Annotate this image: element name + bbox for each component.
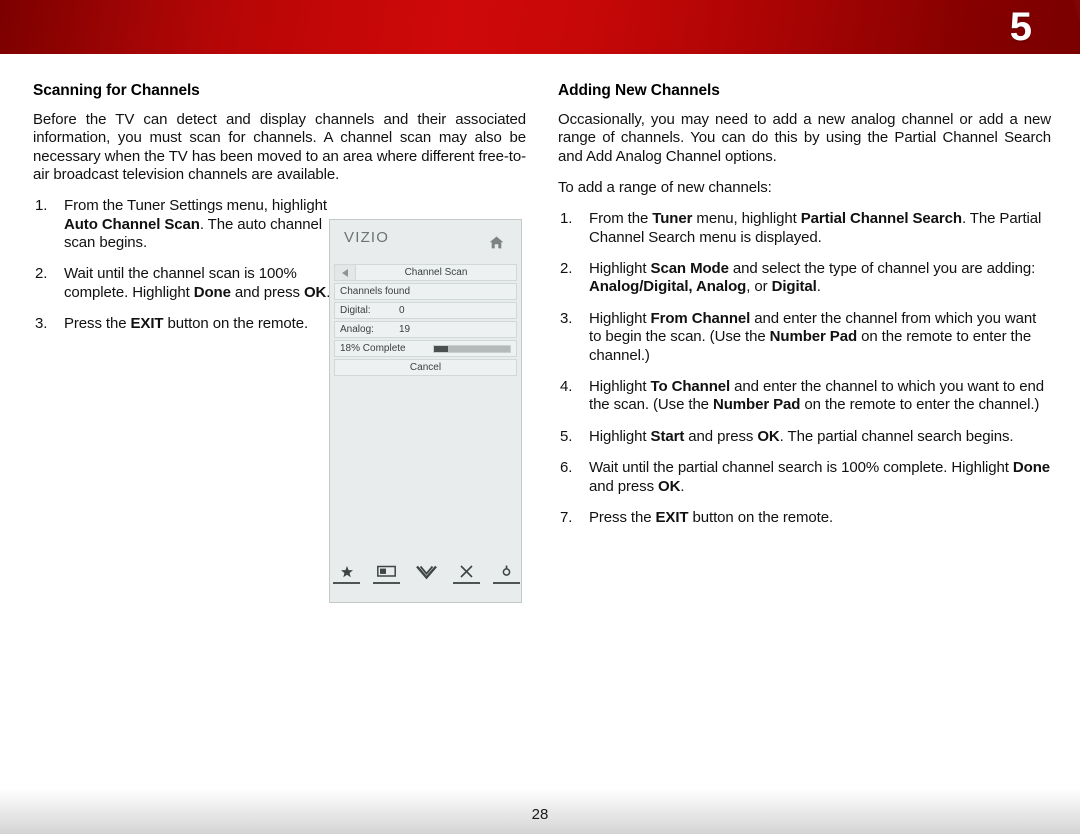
list-item-text: Highlight From Channel and enter the cha… — [589, 309, 1037, 364]
list-item-text: Highlight Start and press OK. The partia… — [589, 427, 1014, 445]
tv-screen-mockup: VIZIO Channel Scan Channels found Digita… — [329, 219, 522, 603]
channel-scan-menu: Channel Scan Channels found Digital: 0 A… — [334, 264, 517, 378]
list-item-number: 4. — [560, 378, 573, 396]
right-column: Adding New Channels Occasionally, you ma… — [558, 82, 1051, 540]
digital-count-row: Digital: 0 — [334, 302, 517, 319]
channels-found-row: Channels found — [334, 283, 517, 300]
page-title-adding: Adding New Channels — [558, 82, 720, 99]
progress-bar — [433, 345, 511, 353]
home-icon[interactable] — [489, 236, 504, 249]
adding-steps-list: 1. From the Tuner menu, highlight Partial… — [558, 210, 1051, 527]
list-item: 1. From the Tuner menu, highlight Partial… — [558, 210, 1051, 247]
list-item-number: 3. — [35, 315, 48, 333]
cancel-button[interactable]: Cancel — [334, 359, 517, 376]
footer-gradient — [0, 764, 1080, 834]
list-item: 2. Wait until the channel scan is 100% co… — [33, 265, 336, 302]
list-item-text: Press the EXIT button on the remote. — [589, 509, 834, 527]
list-item: 7. Press the EXIT button on the remote. — [558, 509, 1051, 527]
picture-mode-icon[interactable] — [373, 564, 400, 586]
menu-title-label: Channel Scan — [404, 267, 468, 278]
digital-value: 0 — [399, 305, 405, 316]
list-item: 1. From the Tuner Settings menu, highligh… — [33, 197, 336, 252]
chapter-number: 5 — [1009, 5, 1032, 49]
list-item-text: Press the EXIT button on the remote. — [64, 315, 309, 333]
gear-icon[interactable] — [493, 564, 520, 586]
close-x-icon[interactable] — [453, 564, 480, 586]
list-item-number: 2. — [560, 260, 573, 277]
list-item: 6. Wait until the partial channel search … — [558, 459, 1051, 496]
list-item-text: Highlight To Channel and enter the chann… — [589, 378, 1044, 414]
back-arrow-icon[interactable] — [335, 265, 356, 280]
list-item-text: Wait until the partial channel search is… — [589, 459, 1051, 495]
progress-row: 18% Complete — [334, 340, 517, 357]
analog-count-row: Analog: 19 — [334, 321, 517, 338]
analog-value: 19 — [399, 324, 411, 335]
star-icon[interactable] — [333, 564, 360, 586]
list-item: 4. Highlight To Channel and enter the cha… — [558, 378, 1051, 415]
adding-lead-in: To add a range of new channels: — [558, 178, 772, 196]
vizio-logo: VIZIO — [344, 229, 390, 246]
chapter-header-bar: 5 — [0, 0, 1080, 54]
adding-intro-paragraph: Occasionally, you may need to add a new … — [558, 111, 1051, 165]
menu-title-row: Channel Scan — [334, 264, 517, 281]
scanning-intro-paragraph: Before the TV can detect and display cha… — [33, 111, 526, 183]
progress-bar-fill — [434, 346, 448, 352]
list-item-number: 5. — [560, 427, 573, 445]
list-item-number: 3. — [560, 309, 573, 327]
list-item-number: 7. — [560, 509, 573, 527]
page-title-scanning: Scanning for Channels — [33, 82, 200, 99]
list-item-text: From the Tuner Settings menu, highlight … — [64, 197, 327, 251]
channels-found-label: Channels found — [340, 286, 411, 297]
page-number: 28 — [531, 806, 549, 823]
analog-label: Analog: — [340, 324, 374, 335]
list-item-number: 1. — [35, 197, 48, 215]
list-item-number: 2. — [35, 265, 48, 283]
list-item: 5. Highlight Start and press OK. The part… — [558, 428, 1051, 446]
list-item-number: 6. — [560, 459, 573, 477]
list-item: 3. Highlight From Channel and enter the c… — [558, 310, 1051, 365]
list-item-text: Highlight Scan Mode and select the type … — [589, 260, 1036, 296]
list-item-number: 1. — [560, 210, 573, 228]
list-item: 3. Press the EXIT button on the remote. — [33, 315, 336, 333]
list-item: 2. Highlight Scan Mode and select the typ… — [558, 260, 1051, 297]
list-item-text: Wait until the channel scan is 100% comp… — [64, 265, 330, 301]
progress-label: 18% Complete — [340, 343, 406, 354]
chevron-down-icon[interactable] — [413, 564, 440, 586]
tv-bottom-icon-bar — [330, 564, 523, 586]
digital-label: Digital: — [340, 305, 371, 316]
list-item-text: From the Tuner menu, highlight Partial C… — [589, 210, 1042, 246]
